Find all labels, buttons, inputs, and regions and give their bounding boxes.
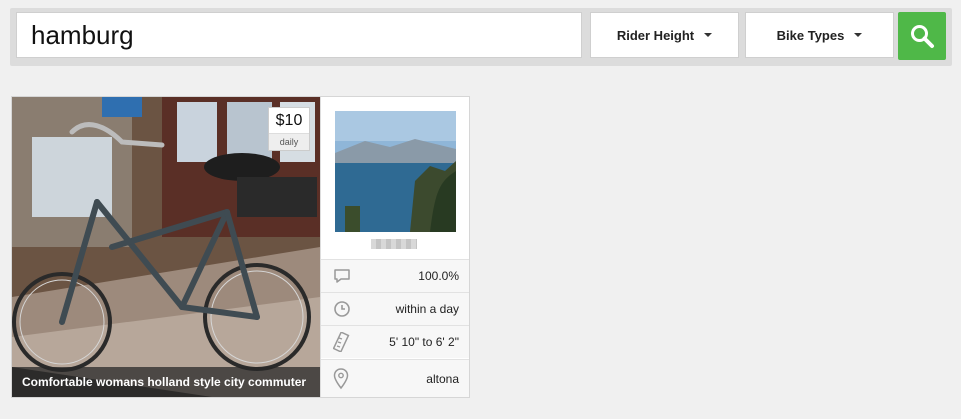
listing-title[interactable]: Comfortable womans holland style city co… bbox=[12, 367, 320, 397]
map-pin-icon bbox=[333, 367, 349, 389]
rider-height-label: Rider Height bbox=[616, 27, 695, 43]
caret-down-icon bbox=[854, 33, 863, 37]
rider-height-dropdown[interactable]: Rider Height bbox=[590, 12, 739, 58]
rider-height-row: 5' 10" to 6' 2" bbox=[321, 325, 469, 358]
response-time-row: within a day bbox=[321, 292, 469, 325]
listing-details: 100.0% within a day 5' 10" to 6' 2" alto… bbox=[320, 97, 469, 397]
clock-icon bbox=[334, 301, 350, 317]
caret-down-icon bbox=[704, 33, 713, 37]
response-time: within a day bbox=[395, 302, 459, 316]
search-bar: Rider Height Bike Types bbox=[10, 8, 952, 66]
search-icon bbox=[911, 25, 934, 48]
search-button[interactable] bbox=[898, 12, 946, 60]
price-badge: $10 daily bbox=[268, 107, 310, 151]
location: altona bbox=[426, 371, 459, 386]
price-period: daily bbox=[269, 133, 309, 150]
bike-types-dropdown[interactable]: Bike Types bbox=[745, 12, 894, 58]
search-input[interactable] bbox=[16, 12, 582, 58]
bike-photo[interactable]: $10 daily Comfortable womans holland sty… bbox=[12, 97, 320, 397]
price-amount: $10 bbox=[275, 112, 303, 129]
owner-avatar[interactable] bbox=[335, 111, 456, 232]
response-rate: 100.0% bbox=[418, 269, 459, 283]
location-row: altona bbox=[321, 359, 469, 397]
rider-height-value: 5' 10" to 6' 2" bbox=[389, 335, 459, 349]
ruler-icon bbox=[333, 332, 350, 352]
owner-name-redacted bbox=[371, 239, 417, 249]
chat-bubble-icon bbox=[334, 269, 350, 283]
response-rate-row: 100.0% bbox=[321, 259, 469, 292]
listing-card[interactable]: $10 daily Comfortable womans holland sty… bbox=[11, 96, 470, 398]
bike-types-label: Bike Types bbox=[776, 27, 845, 43]
owner-avatar-image bbox=[335, 111, 456, 232]
